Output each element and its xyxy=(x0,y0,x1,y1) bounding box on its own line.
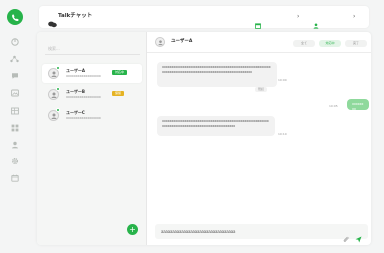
message-time: 10:10 xyxy=(278,132,287,136)
conversation-list-panel: 検索... ユーザーA xxxxxxxxxxxxxxxxxx 対応中 ユーザーB… xyxy=(37,32,147,245)
incoming-message: xxxxxxxxxxxxxxxxxxxxxxxxxxxxxxxxxxxxxxxx… xyxy=(157,62,277,87)
image-icon[interactable] xyxy=(10,89,19,97)
calendar-small-icon[interactable] xyxy=(255,14,261,33)
message-time: 10:00 xyxy=(278,78,287,82)
outgoing-message: xxxxxxxx xyxy=(347,99,369,111)
grid-icon[interactable] xyxy=(10,124,19,132)
main-card: 検索... ユーザーA xxxxxxxxxxxxxxxxxx 対応中 ユーザーB… xyxy=(37,32,371,245)
read-badge: 既読 xyxy=(255,87,268,92)
online-status-dot xyxy=(56,108,60,112)
network-icon[interactable] xyxy=(10,55,19,63)
message-input[interactable]: aaaaaaaaaaaaaaaaaaaaaaaaaaaaaaaaa xyxy=(161,229,235,234)
online-status-dot xyxy=(56,66,60,70)
conversation-name: ユーザーC xyxy=(66,110,85,115)
conversation-item[interactable]: ユーザーB xxxxxxxxxxxxxxxxxx 保留 xyxy=(42,85,142,104)
online-status-dot xyxy=(56,87,60,91)
filter-tab-all[interactable]: 全て xyxy=(293,40,315,47)
conversation-item[interactable]: ユーザーC xxxxxxxxxxxxxxxxxx xyxy=(42,106,142,125)
status-tag: 保留 xyxy=(112,91,125,96)
attach-icon[interactable] xyxy=(343,228,349,245)
user-small-icon[interactable] xyxy=(313,14,319,33)
message-time: 10:05 xyxy=(329,104,338,108)
chat-icon[interactable] xyxy=(10,72,19,80)
search-input[interactable]: 検索... xyxy=(45,42,140,55)
conversation-name: ユーザーA xyxy=(66,68,86,73)
new-conversation-button[interactable]: + xyxy=(127,224,138,235)
conversation-preview: xxxxxxxxxxxxxxxxxx xyxy=(66,116,101,120)
user-icon[interactable] xyxy=(10,141,19,149)
chat-avatar xyxy=(155,37,165,47)
status-tag: 対応中 xyxy=(112,70,128,75)
chat-logo-icon[interactable] xyxy=(7,9,23,25)
conversation-preview: xxxxxxxxxxxxxxxxxx xyxy=(66,74,101,78)
chat-contact-name: ユーザーA xyxy=(171,39,193,44)
filter-tab-done[interactable]: 完了 xyxy=(345,40,367,47)
settings-icon[interactable] xyxy=(10,157,19,165)
chevron-right-icon[interactable]: › xyxy=(297,13,299,21)
incoming-message: xxxxxxxxxxxxxxxxxxxxxxxxxxxxxxxxxxxxxxxx… xyxy=(157,116,275,136)
conversation-item[interactable]: ユーザーA xxxxxxxxxxxxxxxxxx 対応中 xyxy=(42,64,142,83)
message-composer[interactable]: aaaaaaaaaaaaaaaaaaaaaaaaaaaaaaaaa xyxy=(155,224,368,243)
nav-rail xyxy=(0,0,30,253)
chat-panel: ユーザーA 全て 対応中 完了 xxxxxxxxxxxxxxxxxxxxxxxx… xyxy=(147,32,371,245)
chat-bubbles-icon xyxy=(48,13,57,32)
table-icon[interactable] xyxy=(10,107,19,115)
calendar-icon[interactable] xyxy=(10,174,19,182)
filter-tab-in-progress[interactable]: 対応中 xyxy=(319,40,341,47)
app-title: Talkチャット xyxy=(58,13,93,19)
chat-header: ユーザーA 全て 対応中 完了 xyxy=(147,32,371,53)
send-icon[interactable] xyxy=(355,228,362,245)
conversation-preview: xxxxxxxxxxxxxxxxxx xyxy=(66,95,101,99)
conversation-name: ユーザーB xyxy=(66,89,85,94)
top-bar: Talkチャット › › xyxy=(39,6,369,29)
dashboard-icon[interactable] xyxy=(10,38,19,46)
chevron-right-icon[interactable]: › xyxy=(353,13,355,21)
